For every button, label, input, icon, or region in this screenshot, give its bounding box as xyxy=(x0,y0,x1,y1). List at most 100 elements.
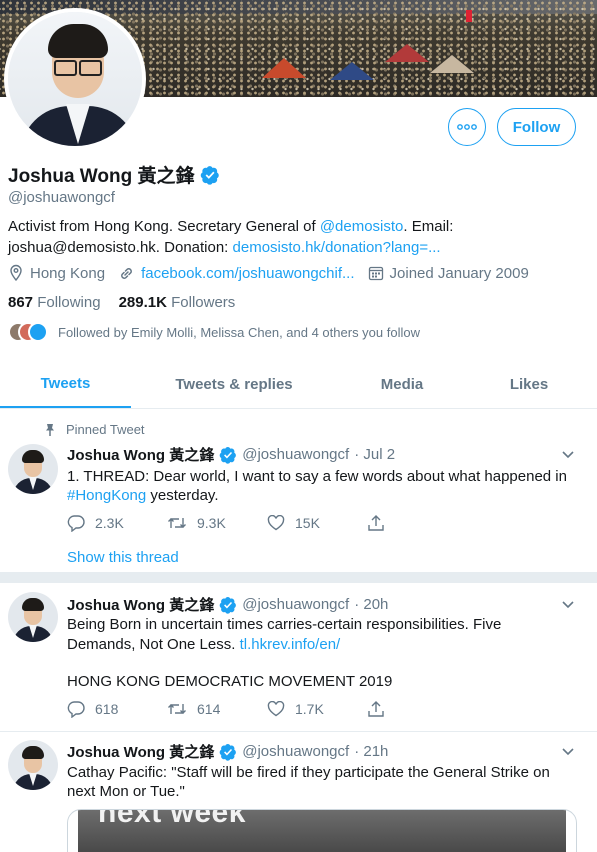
followers-label: Followers xyxy=(171,294,236,311)
tweet-author-name[interactable]: Joshua Wong 黃之鋒 xyxy=(67,741,214,762)
retweet-count: 9.3K xyxy=(197,515,226,531)
tweet-author-name[interactable]: Joshua Wong 黃之鋒 xyxy=(67,594,214,615)
heart-icon xyxy=(267,701,285,717)
media-caption-text: next week xyxy=(98,809,246,829)
joined-item: Joined January 2009 xyxy=(368,265,529,282)
tweet-text-line: HONG KONG DEMOCRATIC MOVEMENT 2019 xyxy=(67,673,393,690)
joined-text: Joined January 2009 xyxy=(389,264,529,282)
tab-media[interactable]: Media xyxy=(352,360,452,408)
profile-name-row: Joshua Wong 黃之鋒 xyxy=(8,161,220,188)
tweet-text-line: 1. THREAD: Dear world, I want to say a f… xyxy=(67,468,567,485)
reply-button[interactable]: 618 xyxy=(67,700,167,718)
reply-button[interactable]: 2.3K xyxy=(67,514,167,532)
show-thread-link[interactable]: Show this thread xyxy=(67,549,179,566)
verified-badge-icon xyxy=(219,446,237,464)
following-label: Following xyxy=(37,294,101,311)
reply-count: 2.3K xyxy=(95,515,124,531)
retweet-button[interactable]: 9.3K xyxy=(167,514,267,532)
tweet-author-handle: @joshuawongcf xyxy=(242,596,350,613)
tab-tweets-replies[interactable]: Tweets & replies xyxy=(150,360,318,408)
share-icon xyxy=(368,701,384,717)
tweet-text: Being Born in uncertain times carries-ce… xyxy=(67,615,587,692)
like-button[interactable]: 1.7K xyxy=(267,700,367,718)
tweet-text: Cathay Pacific: "Staff will be fired if … xyxy=(67,763,587,801)
avatar xyxy=(28,322,48,342)
section-divider xyxy=(0,572,597,583)
tweet-text-line: Cathay Pacific: "Staff will be fired if … xyxy=(67,764,550,781)
share-button[interactable] xyxy=(367,514,467,532)
profile-avatar[interactable] xyxy=(4,8,146,150)
tweet-media[interactable]: next week xyxy=(67,809,577,852)
tweet-divider xyxy=(0,731,597,732)
tweet-actions: 618 614 1.7K xyxy=(67,700,467,718)
tweet-time[interactable]: · 20h xyxy=(354,596,388,613)
tweet-time[interactable]: · Jul 2 xyxy=(354,446,395,463)
like-count: 15K xyxy=(295,515,320,531)
tweet-actions: 2.3K 9.3K 15K xyxy=(67,514,467,532)
reply-icon xyxy=(67,701,85,718)
website-item: facebook.com/joshuawongchif... xyxy=(118,265,355,282)
pin-icon xyxy=(46,423,54,436)
tweet-text-line: yesterday. xyxy=(146,487,219,504)
tweet-text-line: Being Born in uncertain times carries-ce… xyxy=(67,616,502,633)
follow-button[interactable]: Follow xyxy=(497,108,576,146)
followers-count: 289.1K xyxy=(118,294,167,311)
like-count: 1.7K xyxy=(295,701,324,717)
more-icon xyxy=(457,124,477,130)
profile-tabs: Tweets Tweets & replies Media Likes xyxy=(0,360,597,409)
link-icon xyxy=(121,267,132,279)
tab-likes[interactable]: Likes xyxy=(480,360,578,408)
tweet-text-line: next Mon or Tue." xyxy=(67,783,185,800)
retweet-icon xyxy=(168,518,186,528)
tweet-header: Joshua Wong 黃之鋒 @joshuawongcf · 20h xyxy=(67,594,388,615)
tweet-avatar[interactable] xyxy=(8,740,58,790)
bio-text: Activist from Hong Kong. Secretary Gener… xyxy=(8,218,320,235)
tweet-header: Joshua Wong 黃之鋒 @joshuawongcf · Jul 2 xyxy=(67,444,395,465)
tweet-time[interactable]: · 21h xyxy=(354,743,388,760)
retweet-count: 614 xyxy=(197,701,221,717)
bio-donation-link[interactable]: demosisto.hk/donation?lang=... xyxy=(233,239,441,256)
profile-bio: Activist from Hong Kong. Secretary Gener… xyxy=(8,216,588,258)
pinned-label: Pinned Tweet xyxy=(66,422,145,437)
following-count: 867 xyxy=(8,294,34,311)
chevron-down-icon[interactable] xyxy=(561,744,575,758)
location-icon xyxy=(10,264,22,282)
tweet-text: 1. THREAD: Dear world, I want to say a f… xyxy=(67,467,587,505)
chevron-down-icon[interactable] xyxy=(561,447,575,461)
tweet-author-handle: @joshuawongcf xyxy=(242,446,350,463)
heart-icon xyxy=(267,515,285,531)
retweet-icon xyxy=(168,704,186,714)
following-link[interactable]: 867 Following xyxy=(8,294,101,311)
profile-meta: Hong Kong facebook.com/joshuawongchif...… xyxy=(8,264,542,282)
followed-by-row[interactable]: Followed by Emily Molli, Melissa Chen, a… xyxy=(8,322,420,342)
like-button[interactable]: 15K xyxy=(267,514,367,532)
followers-link[interactable]: 289.1K Followers xyxy=(119,294,236,311)
tweet-avatar[interactable] xyxy=(8,592,58,642)
calendar-icon xyxy=(368,266,383,281)
follower-avatars xyxy=(8,322,48,342)
verified-badge-icon xyxy=(201,165,220,185)
profile-handle: @joshuawongcf xyxy=(8,189,115,206)
tweet-link[interactable]: tl.hkrev.info/en/ xyxy=(240,636,341,653)
followed-by-text: Followed by Emily Molli, Melissa Chen, a… xyxy=(58,324,420,340)
follow-counts: 867 Following 289.1K Followers xyxy=(8,294,235,311)
tweet-text-line: Demands, Not One Less. xyxy=(67,636,240,653)
website-link[interactable]: facebook.com/joshuawongchif... xyxy=(141,265,354,282)
verified-badge-icon xyxy=(219,743,237,761)
tab-tweets[interactable]: Tweets xyxy=(0,360,131,408)
location-item: Hong Kong xyxy=(8,264,105,282)
tweet-avatar[interactable] xyxy=(8,444,58,494)
tweet-author-handle: @joshuawongcf xyxy=(242,743,350,760)
verified-badge-icon xyxy=(219,596,237,614)
retweet-button[interactable]: 614 xyxy=(167,700,267,718)
reply-count: 618 xyxy=(95,701,119,717)
tweet-header: Joshua Wong 黃之鋒 @joshuawongcf · 21h xyxy=(67,741,388,762)
tweet-author-name[interactable]: Joshua Wong 黃之鋒 xyxy=(67,444,214,465)
profile-name: Joshua Wong 黃之鋒 xyxy=(8,166,195,187)
share-button[interactable] xyxy=(367,700,467,718)
bio-mention-link[interactable]: @demosisto xyxy=(320,218,404,235)
chevron-down-icon[interactable] xyxy=(561,597,575,611)
more-options-button[interactable] xyxy=(448,108,486,146)
hashtag-link[interactable]: #HongKong xyxy=(67,487,146,504)
reply-icon xyxy=(67,515,85,532)
